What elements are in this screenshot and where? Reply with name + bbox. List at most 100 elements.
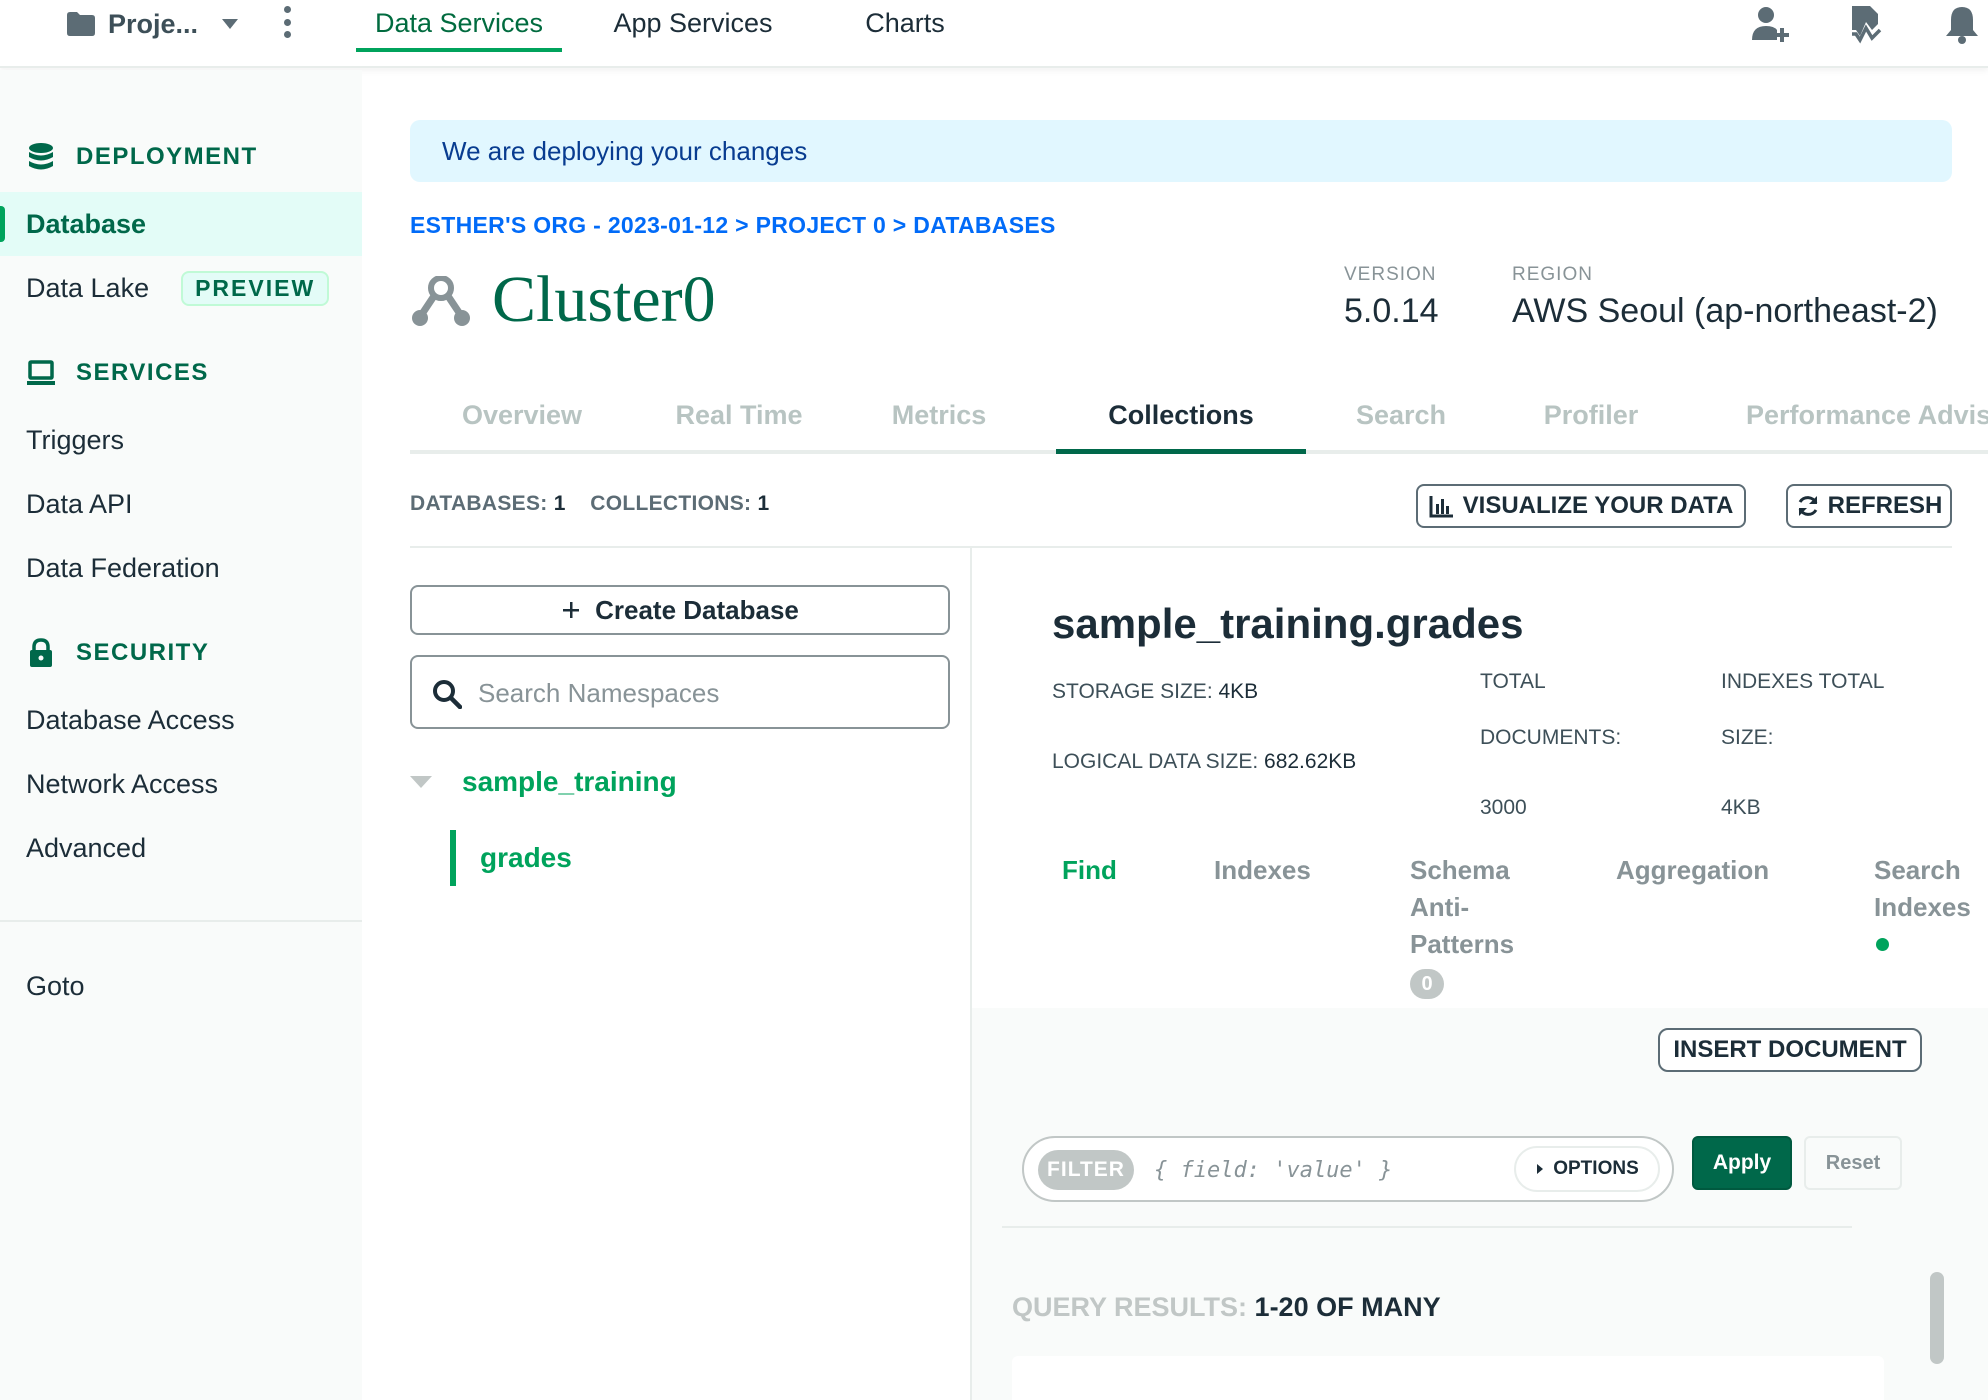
tab-performance-advisor[interactable]: Performance Advis [1736, 396, 1988, 454]
sidebar-item-label: Database [26, 208, 147, 239]
sidebar-item-label: Goto [26, 970, 85, 1001]
visualize-data-button[interactable]: VISUALIZE YOUR DATA [1416, 484, 1746, 528]
tab-label: Profiler [1543, 400, 1639, 430]
search-namespaces-field [410, 655, 950, 729]
stat-label: LOGICAL DATA SIZE: [1052, 750, 1259, 773]
sidebar-item-advanced[interactable]: Advanced [0, 816, 362, 880]
lock-icon [30, 638, 52, 667]
tab-label: Anti- [1410, 892, 1470, 922]
document-card [1012, 1356, 1884, 1400]
tab-real-time[interactable]: Real Time [634, 396, 844, 454]
tab-label: Search [1874, 855, 1961, 885]
button-label: REFRESH [1827, 492, 1943, 519]
options-toggle[interactable]: OPTIONS [1514, 1146, 1660, 1192]
nav-tab-label: Charts [865, 8, 945, 38]
indexes-size-value: 4KB [1721, 796, 1761, 819]
tab-search[interactable]: Search [1306, 396, 1496, 454]
tab-indexes[interactable]: Indexes [1214, 852, 1311, 889]
total-documents-label-2: DOCUMENTS: [1480, 726, 1622, 749]
sidebar-item-label: Network Access [26, 768, 219, 799]
folder-icon [67, 12, 95, 36]
tab-label: Performance Advis [1746, 400, 1988, 430]
results-scrollbar[interactable] [1930, 1272, 1944, 1364]
find-panel-divider [1002, 1226, 1852, 1228]
sidebar-heading-security: SECURITY [26, 636, 209, 670]
sidebar-item-label: Data Lake [26, 272, 150, 303]
tab-schema-anti-patterns[interactable]: Schema Anti- Patterns 0 [1410, 852, 1514, 1000]
button-label: Reset [1825, 1151, 1881, 1174]
sidebar-item-triggers[interactable]: Triggers [0, 408, 362, 472]
sidebar-item-goto[interactable]: Goto [0, 954, 362, 1018]
sidebar-heading-label: SERVICES [76, 359, 209, 386]
tab-metrics[interactable]: Metrics [844, 396, 1034, 454]
sidebar-heading-deployment: DEPLOYMENT [26, 140, 258, 174]
bell-icon[interactable] [1942, 4, 1982, 44]
sidebar-divider [0, 920, 362, 922]
invite-user-icon[interactable] [1750, 4, 1790, 44]
insert-document-button[interactable]: INSERT DOCUMENT [1658, 1028, 1922, 1072]
namespace-collection-item[interactable]: grades [450, 830, 572, 886]
reset-button[interactable]: Reset [1804, 1136, 1902, 1190]
sidebar-heading-label: SECURITY [76, 639, 210, 666]
content-divider [410, 546, 1952, 548]
databases-count: 1 [553, 492, 566, 515]
database-stack-icon [29, 143, 53, 170]
sidebar-item-database-access[interactable]: Database Access [0, 688, 362, 752]
sidebar-item-database[interactable]: Database [0, 192, 362, 256]
nav-tab-label: App Services [613, 8, 773, 38]
project-name: Proje... [108, 8, 199, 39]
region-value: AWS Seoul (ap-northeast-2) [1512, 292, 1938, 330]
sidebar-item-data-lake[interactable]: Data Lake PREVIEW [0, 256, 362, 320]
filter-tag: FILTER [1038, 1150, 1134, 1190]
namespace-database-item[interactable]: sample_training [410, 766, 677, 798]
logical-size-stat: LOGICAL DATA SIZE: 682.62KB [1052, 750, 1356, 774]
tab-label: Patterns [1410, 929, 1515, 959]
version-value: 5.0.14 [1344, 292, 1439, 330]
button-label: Create Database [595, 594, 799, 625]
tab-label: Find [1062, 855, 1117, 885]
tab-label: Aggregation [1616, 855, 1770, 885]
project-selector[interactable]: Proje... [66, 6, 240, 42]
tab-label: Overview [461, 400, 583, 430]
nav-tab-data-services[interactable]: Data Services [356, 4, 562, 52]
sidebar-item-label: Data API [26, 488, 133, 519]
results-label: QUERY RESULTS: [1012, 1292, 1248, 1322]
status-dot-icon [1876, 938, 1889, 951]
stat-value: 4KB [1218, 680, 1259, 703]
nav-tab-charts[interactable]: Charts [850, 4, 960, 52]
region-label: REGION [1512, 264, 1593, 285]
apply-button[interactable]: Apply [1692, 1136, 1792, 1190]
tab-collections[interactable]: Collections [1056, 396, 1306, 454]
tab-label: Collections [1108, 400, 1254, 430]
filter-bar: FILTER OPTIONS [1022, 1136, 1674, 1202]
search-namespaces-input[interactable] [478, 671, 928, 715]
options-label: OPTIONS [1553, 1158, 1639, 1179]
tab-aggregation[interactable]: Aggregation [1616, 852, 1769, 889]
create-database-button[interactable]: Create Database [410, 585, 950, 635]
stat-label: STORAGE SIZE: [1052, 680, 1213, 703]
expand-caret-icon[interactable] [410, 776, 432, 788]
cluster-tabs: Overview Real Time Metrics Collections S… [410, 396, 1988, 454]
sidebar-item-data-federation[interactable]: Data Federation [0, 536, 362, 600]
preview-badge: PREVIEW [181, 270, 330, 306]
breadcrumb[interactable]: ESTHER'S ORG - 2023-01-12 > PROJECT 0 > … [410, 212, 1056, 239]
tab-overview[interactable]: Overview [410, 396, 634, 454]
sidebar-item-network-access[interactable]: Network Access [0, 752, 362, 816]
refresh-button[interactable]: REFRESH [1786, 484, 1952, 528]
collections-count: 1 [757, 492, 770, 515]
nav-tab-app-services[interactable]: App Services [608, 4, 778, 52]
tab-label: Schema [1410, 855, 1510, 885]
indexes-size-label: INDEXES TOTAL [1721, 670, 1885, 693]
activity-feed-icon[interactable] [1846, 4, 1886, 44]
query-results-summary: QUERY RESULTS: 1-20 OF MANY [1012, 1292, 1441, 1323]
kebab-menu-icon[interactable] [282, 6, 292, 38]
deploying-banner: We are deploying your changes [410, 120, 1952, 182]
filter-input[interactable] [1154, 1150, 1524, 1190]
sidebar-item-data-api[interactable]: Data API [0, 472, 362, 536]
top-navigation-bar: Proje... Data Services App Services Char… [0, 0, 1988, 68]
tab-profiler[interactable]: Profiler [1496, 396, 1686, 454]
nav-tab-label: Data Services [374, 8, 544, 38]
tab-label: Search [1355, 400, 1447, 430]
tab-search-indexes[interactable]: Search Indexes [1874, 852, 1971, 951]
tab-find[interactable]: Find [1062, 852, 1117, 889]
